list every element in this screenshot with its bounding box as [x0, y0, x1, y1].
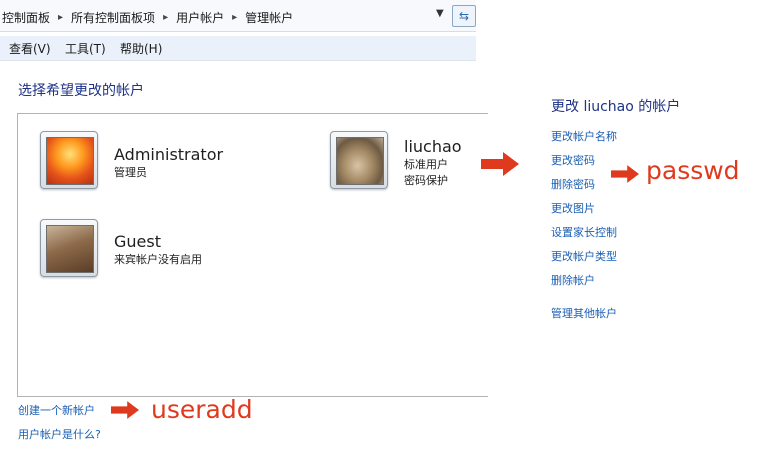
chevron-right-icon[interactable]: ▸: [52, 12, 69, 23]
menu-help[interactable]: 帮助(H): [120, 40, 162, 57]
account-name[interactable]: Administrator: [114, 145, 223, 164]
menu-view[interactable]: 查看(V): [9, 40, 51, 57]
annotation-useradd: useradd: [151, 395, 253, 424]
breadcrumb-item[interactable]: 所有控制面板项: [69, 9, 157, 26]
parental-controls-link[interactable]: 设置家长控制: [551, 224, 617, 248]
chevron-right-icon[interactable]: ▸: [157, 12, 174, 23]
account-name[interactable]: Guest: [114, 232, 161, 251]
account-status: 来宾帐户没有启用: [114, 253, 202, 266]
page-title: 选择希望更改的帐户: [18, 83, 144, 99]
change-account-name-link[interactable]: 更改帐户名称: [551, 128, 617, 152]
account-tile-liuchao[interactable]: [330, 131, 388, 189]
avatar: [46, 137, 94, 185]
account-tile-administrator[interactable]: [40, 131, 98, 189]
account-type: 标准用户: [404, 158, 448, 171]
arrow-right-icon: [611, 165, 639, 183]
account-type: 管理员: [114, 166, 147, 179]
avatar: [46, 225, 94, 273]
chevron-down-icon[interactable]: ▼: [436, 8, 444, 19]
annotation-passwd: passwd: [646, 156, 740, 185]
remove-password-link[interactable]: 删除密码: [551, 176, 617, 200]
account-name[interactable]: liuchao: [404, 137, 462, 156]
change-password-link[interactable]: 更改密码: [551, 152, 617, 176]
menu-bar: 查看(V) 工具(T) 帮助(H): [0, 36, 476, 61]
breadcrumb-item[interactable]: 用户帐户: [174, 9, 226, 26]
chevron-right-icon[interactable]: ▸: [226, 12, 243, 23]
arrow-right-icon: [111, 401, 139, 419]
refresh-icon: ⇆: [458, 9, 470, 23]
task-pane-links: 更改帐户名称 更改密码 删除密码 更改图片 设置家长控制 更改帐户类型 删除帐户: [551, 128, 617, 296]
arrow-right-icon: [481, 152, 519, 176]
breadcrumb-item[interactable]: 控制面板: [0, 9, 52, 26]
create-account-link[interactable]: 创建一个新帐户: [18, 402, 95, 418]
refresh-button[interactable]: ⇆: [452, 5, 476, 27]
menu-tools[interactable]: 工具(T): [65, 40, 106, 57]
breadcrumb: 控制面板 ▸ 所有控制面板项 ▸ 用户帐户 ▸ 管理帐户: [0, 8, 295, 26]
address-bar[interactable]: 控制面板 ▸ 所有控制面板项 ▸ 用户帐户 ▸ 管理帐户 ▼ ⇆: [0, 0, 476, 32]
delete-account-link[interactable]: 删除帐户: [551, 272, 617, 296]
avatar: [336, 137, 384, 185]
what-is-user-account-link[interactable]: 用户帐户是什么?: [18, 426, 101, 442]
account-tile-guest[interactable]: [40, 219, 98, 277]
manage-other-accounts-link[interactable]: 管理其他帐户: [551, 305, 617, 321]
change-account-type-link[interactable]: 更改帐户类型: [551, 248, 617, 272]
account-status: 密码保护: [404, 174, 448, 187]
change-picture-link[interactable]: 更改图片: [551, 200, 617, 224]
task-pane-title: 更改 liuchao 的帐户: [551, 99, 681, 115]
breadcrumb-item[interactable]: 管理帐户: [243, 9, 295, 26]
